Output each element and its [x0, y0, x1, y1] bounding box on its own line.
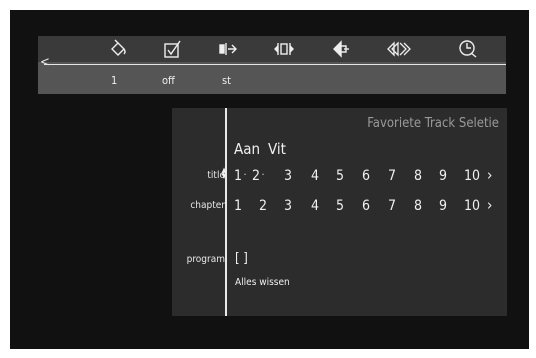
chapter-more-arrow[interactable]: ›: [487, 197, 492, 213]
aan-option[interactable]: Aan: [234, 140, 260, 158]
angle-icon[interactable]: [218, 39, 238, 59]
chapter-number[interactable]: 6: [356, 198, 376, 214]
title-number[interactable]: 6: [356, 168, 376, 184]
title-number[interactable]: 9: [433, 168, 453, 184]
audio-value: 1: [111, 74, 118, 87]
title-number[interactable]: 8: [408, 168, 428, 184]
panel-divider: [225, 108, 227, 316]
title-number[interactable]: 4: [305, 168, 325, 184]
subtitle-icon[interactable]: [163, 39, 183, 59]
chapter-number[interactable]: 1: [228, 198, 248, 214]
chapter-number[interactable]: 5: [330, 198, 350, 214]
chapter-number[interactable]: 10: [462, 198, 482, 214]
zoom-icon[interactable]: [274, 39, 294, 59]
title-number[interactable]: 7: [382, 168, 402, 184]
favorite-track-panel: Favoriete Track Seletie Aan Vit title ▲ ▼…: [172, 108, 507, 316]
chapter-row-label: chapter: [190, 200, 225, 211]
chapter-number[interactable]: 8: [408, 198, 428, 214]
panel-title: Favoriete Track Seletie: [367, 116, 499, 131]
menu-divider-line: [44, 64, 506, 65]
angle-value: st: [222, 74, 232, 87]
subtitle-value: off: [162, 74, 175, 87]
up-down-arrows-icon: ▲ ▼: [221, 166, 227, 180]
title-number[interactable]: 10: [462, 168, 482, 184]
title-number[interactable]: 3: [278, 168, 298, 184]
chapter-number[interactable]: 4: [305, 198, 325, 214]
uit-option[interactable]: Vit: [268, 140, 286, 158]
menu-back-arrow[interactable]: <: [40, 56, 50, 70]
osd-menu-bar: < 1 off st: [38, 36, 506, 94]
chapter-number[interactable]: 9: [433, 198, 453, 214]
repeat-icon[interactable]: [331, 39, 351, 59]
title-more-arrow[interactable]: ›: [487, 167, 492, 183]
program-row-label: program: [186, 254, 225, 265]
audio-icon[interactable]: [108, 39, 128, 59]
clear-all-button[interactable]: Alles wissen: [235, 277, 290, 289]
selection-marker: ·: [261, 170, 265, 181]
repeat-ab-icon[interactable]: [386, 39, 412, 59]
chapter-number[interactable]: 2: [253, 198, 273, 214]
program-list[interactable]: [ ]: [235, 251, 248, 266]
time-search-icon[interactable]: [458, 39, 478, 59]
dvd-osd-screen: < 1 off st Favoriete Track Seletie Aan V…: [10, 10, 529, 349]
chapter-number[interactable]: 3: [278, 198, 298, 214]
title-number[interactable]: 5: [330, 168, 350, 184]
chapter-number[interactable]: 7: [382, 198, 402, 214]
